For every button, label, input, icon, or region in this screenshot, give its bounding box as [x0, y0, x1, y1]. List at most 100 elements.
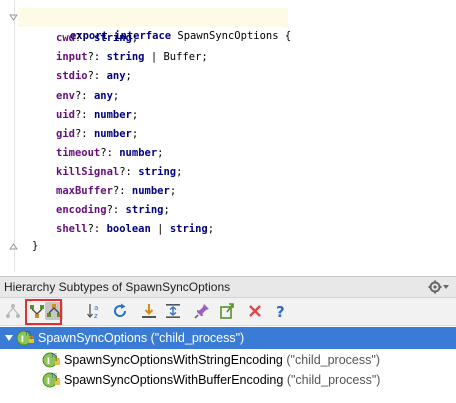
package-name: ("child_process") — [283, 373, 381, 387]
type-name: string — [106, 51, 145, 63]
help-icon[interactable]: ? — [272, 302, 290, 320]
lock-icon — [55, 358, 60, 365]
property-name: env — [56, 90, 75, 102]
open-external-icon[interactable] — [218, 302, 236, 320]
code-line: killSignal?: string; — [56, 163, 182, 182]
svg-text:I: I — [47, 357, 50, 367]
tree-row-child[interactable]: I TS SpawnSyncOptionsWithStringEncoding (… — [0, 349, 456, 371]
brace: { — [278, 30, 292, 42]
pin-icon[interactable] — [193, 302, 211, 320]
type-name: any — [93, 90, 113, 102]
svg-text:I: I — [47, 377, 50, 387]
fold-marker-icon[interactable] — [9, 13, 18, 22]
union-operator: | — [150, 223, 170, 235]
type-name: number — [131, 185, 170, 197]
type-name: number — [119, 147, 158, 159]
semicolon: ; — [112, 90, 120, 102]
export-icon[interactable] — [140, 302, 158, 320]
hierarchy-toolbar: az ? — [0, 298, 456, 326]
code-editor[interactable]: export interface SpawnSyncOptions { cwd?… — [0, 0, 456, 272]
semicolon: ; — [125, 70, 132, 82]
semicolon: ; — [157, 147, 164, 159]
gear-icon[interactable] — [428, 279, 450, 295]
separator: ?: — [106, 204, 126, 216]
semicolon: ; — [131, 32, 139, 44]
editor-gutter — [14, 0, 15, 272]
type-name: Buffer — [163, 51, 202, 63]
type-name: string — [138, 166, 177, 178]
lock-icon — [55, 378, 60, 385]
class-name: SpawnSyncOptions — [38, 331, 148, 345]
code-line: export interface SpawnSyncOptions { — [18, 8, 291, 42]
property-name: input — [56, 51, 88, 63]
tree-item-label: SpawnSyncOptions ("child_process") — [38, 327, 244, 349]
semicolon: ; — [169, 185, 177, 197]
expand-arrow-icon[interactable] — [5, 334, 13, 342]
property-name: killSignal — [56, 166, 120, 178]
tree-row-root[interactable]: I TS SpawnSyncOptions ("child_process") — [0, 327, 456, 349]
code-line: timeout?: number; — [56, 144, 164, 163]
property-name: shell — [56, 223, 88, 235]
tree-item-label: SpawnSyncOptionsWithBufferEncoding ("chi… — [64, 369, 380, 391]
type-name: string — [93, 32, 132, 44]
code-line: gid?: number; — [56, 125, 138, 144]
separator: ?: — [112, 185, 132, 197]
type-hierarchy-icon[interactable] — [4, 302, 22, 320]
code-line: } — [32, 237, 38, 256]
semicolon: ; — [176, 166, 183, 178]
refresh-icon[interactable] — [111, 302, 129, 320]
property-name: maxBuffer — [56, 185, 113, 197]
type-name: any — [106, 70, 126, 82]
type-name: string — [125, 204, 164, 216]
svg-text:I: I — [21, 335, 24, 345]
code-line: input?: string | Buffer; — [56, 48, 208, 67]
tree-row-child[interactable]: I TS SpawnSyncOptionsWithBufferEncoding (… — [0, 369, 456, 391]
code-line: shell?: boolean | string; — [56, 220, 214, 239]
separator: ?: — [119, 166, 139, 178]
tree-item-label: SpawnSyncOptionsWithStringEncoding ("chi… — [64, 349, 380, 371]
hierarchy-tree[interactable]: I TS SpawnSyncOptions ("child_process") I… — [0, 326, 456, 403]
property-name: stdio — [56, 70, 88, 82]
union-operator: | — [144, 51, 164, 63]
panel-title: Hierarchy Subtypes of SpawnSyncOptions — [4, 280, 231, 294]
separator: ?: — [87, 51, 107, 63]
type-name: boolean — [106, 223, 151, 235]
close-icon[interactable] — [246, 302, 264, 320]
code-line: maxBuffer?: number; — [56, 182, 176, 201]
fold-marker-icon[interactable] — [9, 242, 18, 251]
code-line: cwd?: string; — [56, 29, 138, 48]
separator: ?: — [100, 147, 120, 159]
type-name: number — [93, 109, 132, 121]
class-name: SpawnSyncOptionsWithBufferEncoding — [64, 373, 284, 387]
property-name: cwd — [56, 32, 75, 44]
highlight-box — [25, 299, 62, 325]
sort-alpha-icon[interactable]: az — [86, 302, 104, 320]
semicolon: ; — [131, 128, 139, 140]
code-line: encoding?: string; — [56, 201, 170, 220]
svg-text:a: a — [94, 304, 98, 312]
collapse-all-icon[interactable] — [164, 302, 182, 320]
property-name: gid — [56, 128, 75, 140]
separator: ?: — [74, 128, 94, 140]
type-name: number — [93, 128, 132, 140]
semicolon: ; — [201, 51, 208, 63]
semicolon: ; — [131, 109, 139, 121]
hierarchy-panel-header: Hierarchy Subtypes of SpawnSyncOptions — [0, 276, 456, 298]
separator: ?: — [87, 70, 107, 82]
type-name: string — [169, 223, 208, 235]
semicolon: ; — [207, 223, 215, 235]
class-name: SpawnSyncOptionsWithStringEncoding — [64, 353, 283, 367]
closing-brace: } — [32, 240, 39, 252]
separator: ?: — [87, 223, 107, 235]
package-name: ("child_process") — [282, 353, 380, 367]
separator: ?: — [74, 109, 94, 121]
svg-text:z: z — [94, 312, 98, 320]
separator: ?: — [74, 32, 94, 44]
code-line: stdio?: any; — [56, 67, 132, 86]
interface-name: SpawnSyncOptions — [177, 30, 279, 42]
package-name: ("child_process") — [147, 331, 245, 345]
property-name: encoding — [56, 204, 107, 216]
semicolon: ; — [163, 204, 170, 216]
separator: ?: — [74, 90, 94, 102]
code-line: uid?: number; — [56, 106, 138, 125]
